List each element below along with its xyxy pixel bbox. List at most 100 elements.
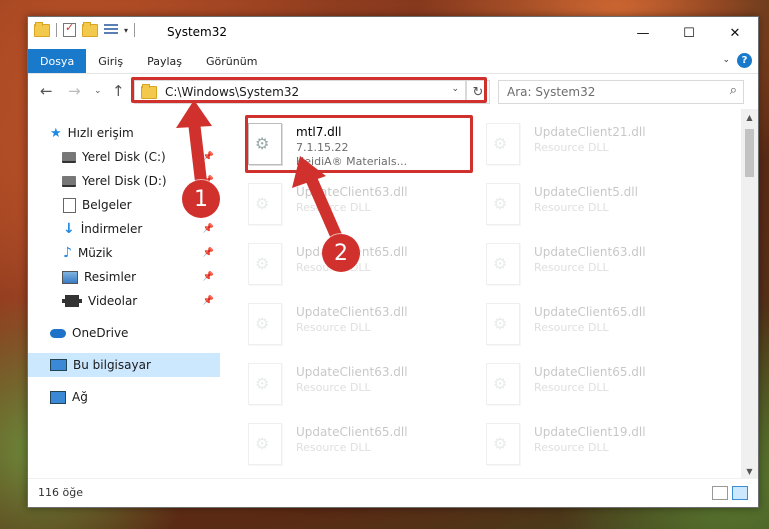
pin-icon[interactable]: 📌 — [203, 248, 214, 258]
search-input[interactable]: Ara: System32 ⌕ — [498, 80, 744, 104]
toolbar-divider — [56, 23, 57, 37]
drive-icon — [62, 175, 76, 187]
dll-file-icon — [486, 423, 520, 465]
callout-badge-2: 2 — [322, 234, 360, 272]
sidebar-item-pictures[interactable]: Resimler 📌 — [28, 265, 220, 289]
maximize-button[interactable]: ☐ — [666, 17, 712, 49]
file-name: UpdateClient21.dll — [534, 125, 646, 139]
tiles-view-icon[interactable] — [732, 486, 748, 500]
navigation-bar: ← → ⌄ ↑ C:\Windows\System32 ⌄ ↻ Ara: Sys… — [28, 73, 758, 110]
help-button[interactable]: ? — [737, 53, 752, 68]
dll-file-icon — [486, 243, 520, 285]
sidebar-item-onedrive[interactable]: OneDrive — [28, 321, 220, 345]
back-arrow-icon[interactable]: ← — [40, 82, 53, 100]
sidebar-item-label: Resimler — [84, 270, 137, 284]
sidebar-item-quick-access[interactable]: ★ Hızlı erişim — [28, 121, 220, 145]
file-type: Resource DLL — [534, 441, 609, 454]
vertical-scrollbar[interactable]: ▲ ▼ — [741, 109, 758, 479]
pin-icon[interactable]: 📌 — [203, 296, 214, 306]
file-item[interactable]: UpdateClient19.dll Resource DLL — [462, 415, 692, 473]
sidebar-item-music[interactable]: ♪ Müzik 📌 — [28, 241, 220, 265]
scroll-up-icon[interactable]: ▲ — [741, 109, 758, 125]
quick-access-toolbar: ▾ — [34, 21, 136, 37]
tab-home[interactable]: Giriş — [86, 49, 135, 73]
dll-file-icon — [248, 303, 282, 345]
sidebar-item-downloads[interactable]: ↓ İndirmeler 📌 — [28, 217, 220, 241]
file-item[interactable]: UpdateClient65.dll Resource DLL — [224, 415, 454, 473]
file-type: Resource DLL — [534, 141, 609, 154]
folder-icon — [34, 21, 50, 37]
item-count: 116 öğe — [38, 486, 83, 499]
sidebar-item-label: Bu bilgisayar — [73, 358, 151, 372]
dll-file-icon — [486, 363, 520, 405]
file-name: UpdateClient63.dll — [534, 245, 646, 259]
search-placeholder: Ara: System32 — [507, 85, 596, 99]
sidebar-item-label: Hızlı erişim — [67, 126, 134, 140]
recent-locations-icon[interactable]: ⌄ — [94, 86, 102, 96]
forward-arrow-icon[interactable]: → — [68, 82, 81, 100]
sidebar-item-videos[interactable]: Videolar 📌 — [28, 289, 220, 313]
address-highlight-box — [131, 77, 487, 103]
dll-file-icon — [486, 303, 520, 345]
dll-file-icon — [486, 123, 520, 165]
sidebar-item-this-pc[interactable]: Bu bilgisayar — [28, 353, 220, 377]
file-name: UpdateClient63.dll — [296, 185, 408, 199]
file-type: Resource DLL — [296, 441, 371, 454]
sidebar-item-local-disk-c[interactable]: Yerel Disk (C:) 📌 — [28, 145, 220, 169]
scrollbar-thumb[interactable] — [745, 129, 754, 177]
download-arrow-icon: ↓ — [63, 221, 75, 237]
file-item[interactable]: UpdateClient65.dll Resource DLL — [462, 355, 692, 413]
scroll-down-icon[interactable]: ▼ — [741, 463, 758, 479]
toolbar-divider — [134, 23, 136, 37]
file-item[interactable]: UpdateClient63.dll Resource DLL — [224, 295, 454, 353]
file-item[interactable]: UpdateClient63.dll Resource DLL — [462, 235, 692, 293]
file-item[interactable]: UpdateClient21.dll Resource DLL — [462, 115, 692, 173]
picture-icon — [62, 270, 78, 284]
status-bar: 116 öğe — [28, 478, 758, 507]
new-folder-icon[interactable] — [82, 21, 98, 37]
tab-share[interactable]: Paylaş — [135, 49, 194, 73]
expand-ribbon-icon[interactable]: ⌄ — [722, 55, 730, 65]
sidebar-item-network[interactable]: Ağ — [28, 385, 220, 409]
navigation-pane: ★ Hızlı erişim Yerel Disk (C:) 📌 Yerel D… — [28, 109, 224, 479]
details-view-icon[interactable] — [712, 486, 728, 500]
minimize-button[interactable]: — — [620, 17, 666, 49]
up-arrow-icon[interactable]: ↑ — [112, 82, 125, 100]
file-type: Resource DLL — [296, 321, 371, 334]
file-name: UpdateClient65.dll — [534, 305, 646, 319]
view-switcher — [712, 486, 748, 500]
file-type: Resource DLL — [534, 321, 609, 334]
customize-list-icon[interactable] — [104, 24, 118, 36]
file-item[interactable]: UpdateClient63.dll Resource DLL — [224, 175, 454, 233]
sidebar-item-label: Yerel Disk (C:) — [82, 150, 166, 164]
file-highlight-box — [245, 115, 473, 173]
customize-dropdown-icon[interactable]: ▾ — [124, 26, 128, 35]
pin-icon[interactable]: 📌 — [203, 224, 214, 234]
sidebar-item-label: Ağ — [72, 390, 88, 404]
callout-badge-1: 1 — [182, 180, 220, 218]
file-item[interactable]: UpdateClient5.dll Resource DLL — [462, 175, 692, 233]
sidebar-item-label: Yerel Disk (D:) — [82, 174, 167, 188]
file-item[interactable]: UpdateClient63.dll Resource DLL — [224, 355, 454, 413]
properties-check-icon[interactable] — [63, 21, 76, 37]
pin-icon[interactable]: 📌 — [203, 152, 214, 162]
network-icon — [50, 390, 66, 404]
tab-view[interactable]: Görünüm — [194, 49, 269, 73]
file-name: UpdateClient65.dll — [534, 365, 646, 379]
star-icon: ★ — [50, 125, 62, 141]
search-icon: ⌕ — [729, 83, 737, 98]
file-name: UpdateClient65.dll — [296, 425, 408, 439]
close-button[interactable]: ✕ — [712, 17, 758, 49]
dll-file-icon — [248, 243, 282, 285]
window-controls: — ☐ ✕ — [620, 17, 758, 49]
tab-file[interactable]: Dosya — [28, 49, 87, 73]
file-name: UpdateClient63.dll — [296, 365, 408, 379]
dll-file-icon — [248, 423, 282, 465]
file-type: Resource DLL — [534, 381, 609, 394]
pin-icon[interactable]: 📌 — [203, 272, 214, 282]
file-item[interactable]: UpdateClient65.dll Resource DLL — [462, 295, 692, 353]
file-name: UpdateClient5.dll — [534, 185, 638, 199]
dll-file-icon — [248, 363, 282, 405]
sidebar-item-label: Belgeler — [82, 198, 132, 212]
file-name: UpdateClient63.dll — [296, 305, 408, 319]
